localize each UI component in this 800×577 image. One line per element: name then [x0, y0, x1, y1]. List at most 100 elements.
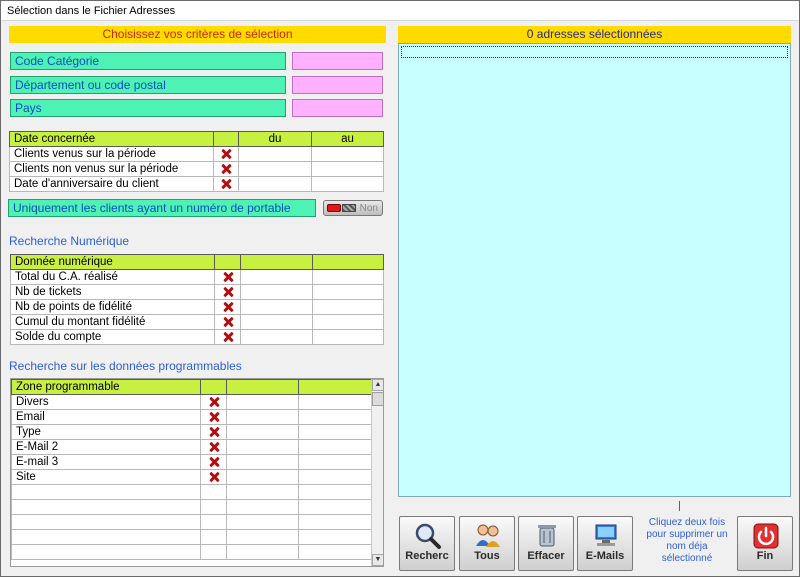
remove-icon[interactable] — [214, 269, 241, 285]
emails-button-label: E-Mails — [585, 550, 625, 562]
trash-icon — [538, 525, 556, 547]
table-row[interactable]: Divers — [11, 394, 372, 410]
mobile-filter-toggle[interactable]: Non — [323, 200, 383, 216]
clear-button[interactable]: Effacer — [518, 516, 574, 571]
value-cell[interactable] — [298, 409, 372, 425]
departement-input[interactable] — [292, 76, 383, 94]
all-button-label: Tous — [474, 550, 500, 562]
row-label — [11, 529, 201, 545]
value-cell[interactable] — [226, 439, 299, 455]
table-row[interactable]: Total du C.A. réalisé — [10, 269, 384, 285]
row-label: Nb de tickets — [10, 284, 215, 300]
magnifier-icon — [415, 523, 441, 549]
value-cell[interactable] — [226, 469, 299, 485]
table-row[interactable] — [11, 514, 372, 530]
value-cell[interactable] — [226, 394, 299, 410]
empty-cell — [200, 499, 227, 515]
toggle-label: Non — [359, 203, 378, 214]
programmable-table: Zone programmable Divers Email Type E-Ma… — [11, 379, 372, 560]
value-cell[interactable] — [240, 269, 313, 285]
value-cell[interactable] — [226, 424, 299, 440]
date-au-cell[interactable] — [311, 146, 384, 162]
remove-icon[interactable] — [200, 394, 227, 410]
date-au-cell[interactable] — [311, 161, 384, 177]
table-row[interactable]: Clients venus sur la période — [9, 146, 384, 162]
table-row[interactable]: E-Mail 2 — [11, 439, 372, 455]
remove-icon[interactable] — [214, 329, 241, 345]
value-cell[interactable] — [312, 314, 384, 330]
value-cell[interactable] — [226, 454, 299, 470]
remove-icon[interactable] — [200, 469, 227, 485]
empty-cell — [200, 484, 227, 500]
value-cell[interactable] — [226, 409, 299, 425]
value-cell[interactable] — [240, 329, 313, 345]
table-row[interactable]: Date d'anniversaire du client — [9, 176, 384, 192]
remove-icon[interactable] — [213, 146, 239, 162]
value-cell[interactable] — [312, 329, 384, 345]
results-list[interactable] — [398, 43, 791, 497]
date-du-cell[interactable] — [238, 146, 312, 162]
table-row[interactable]: Site — [11, 469, 372, 485]
row-label: Site — [11, 469, 201, 485]
empty-cell — [298, 499, 372, 515]
toggle-red-icon — [327, 204, 341, 212]
remove-icon[interactable] — [200, 454, 227, 470]
empty-cell — [226, 529, 299, 545]
computer-mail-icon — [595, 524, 617, 546]
empty-cell — [226, 484, 299, 500]
scroll-down-icon[interactable]: ▼ — [372, 554, 383, 566]
emails-button[interactable]: E-Mails — [577, 516, 633, 571]
numeric-table: Donnée numérique Total du C.A. réalisé N… — [10, 254, 384, 345]
remove-icon[interactable] — [214, 284, 241, 300]
end-button[interactable]: Fin — [737, 516, 793, 571]
programmable-list[interactable]: Zone programmable Divers Email Type E-Ma… — [10, 378, 384, 567]
table-row[interactable] — [11, 544, 372, 560]
scroll-up-icon[interactable]: ▲ — [372, 379, 383, 391]
programmable-header-blank — [200, 379, 227, 395]
search-button[interactable]: Recherc — [399, 516, 455, 571]
remove-icon[interactable] — [200, 424, 227, 440]
code-categorie-input[interactable] — [292, 52, 383, 70]
remove-icon[interactable] — [213, 176, 239, 192]
remove-icon[interactable] — [213, 161, 239, 177]
value-cell[interactable] — [312, 284, 384, 300]
table-row[interactable] — [11, 484, 372, 500]
remove-icon[interactable] — [214, 314, 241, 330]
value-cell[interactable] — [240, 284, 313, 300]
all-button[interactable]: Tous — [459, 516, 515, 571]
table-row[interactable] — [11, 529, 372, 545]
empty-cell — [200, 529, 227, 545]
value-cell[interactable] — [312, 269, 384, 285]
table-row[interactable]: E-mail 3 — [11, 454, 372, 470]
date-header-du: du — [238, 131, 312, 147]
pays-input[interactable] — [292, 99, 383, 117]
value-cell[interactable] — [312, 299, 384, 315]
date-du-cell[interactable] — [238, 161, 312, 177]
table-row[interactable]: Solde du compte — [10, 329, 384, 345]
date-du-cell[interactable] — [238, 176, 312, 192]
value-cell[interactable] — [298, 439, 372, 455]
table-row[interactable]: Email — [11, 409, 372, 425]
value-cell[interactable] — [240, 314, 313, 330]
remove-icon[interactable] — [214, 299, 241, 315]
programmable-header-label: Zone programmable — [11, 379, 201, 395]
date-au-cell[interactable] — [311, 176, 384, 192]
table-row[interactable]: Clients non venus sur la période — [9, 161, 384, 177]
programmable-section-title: Recherche sur les données programmables — [9, 359, 242, 373]
programmable-scrollbar[interactable]: ▲ ▼ — [371, 379, 383, 566]
table-row[interactable] — [11, 499, 372, 515]
value-cell[interactable] — [298, 454, 372, 470]
value-cell[interactable] — [298, 424, 372, 440]
value-cell[interactable] — [298, 394, 372, 410]
value-cell[interactable] — [240, 299, 313, 315]
programmable-header-col3 — [226, 379, 299, 395]
table-row[interactable]: Nb de points de fidélité — [10, 299, 384, 315]
remove-icon[interactable] — [200, 409, 227, 425]
scroll-thumb[interactable] — [372, 392, 383, 406]
search-button-label: Recherc — [405, 550, 449, 562]
remove-icon[interactable] — [200, 439, 227, 455]
table-row[interactable]: Type — [11, 424, 372, 440]
table-row[interactable]: Cumul du montant fidélité — [10, 314, 384, 330]
value-cell[interactable] — [298, 469, 372, 485]
table-row[interactable]: Nb de tickets — [10, 284, 384, 300]
